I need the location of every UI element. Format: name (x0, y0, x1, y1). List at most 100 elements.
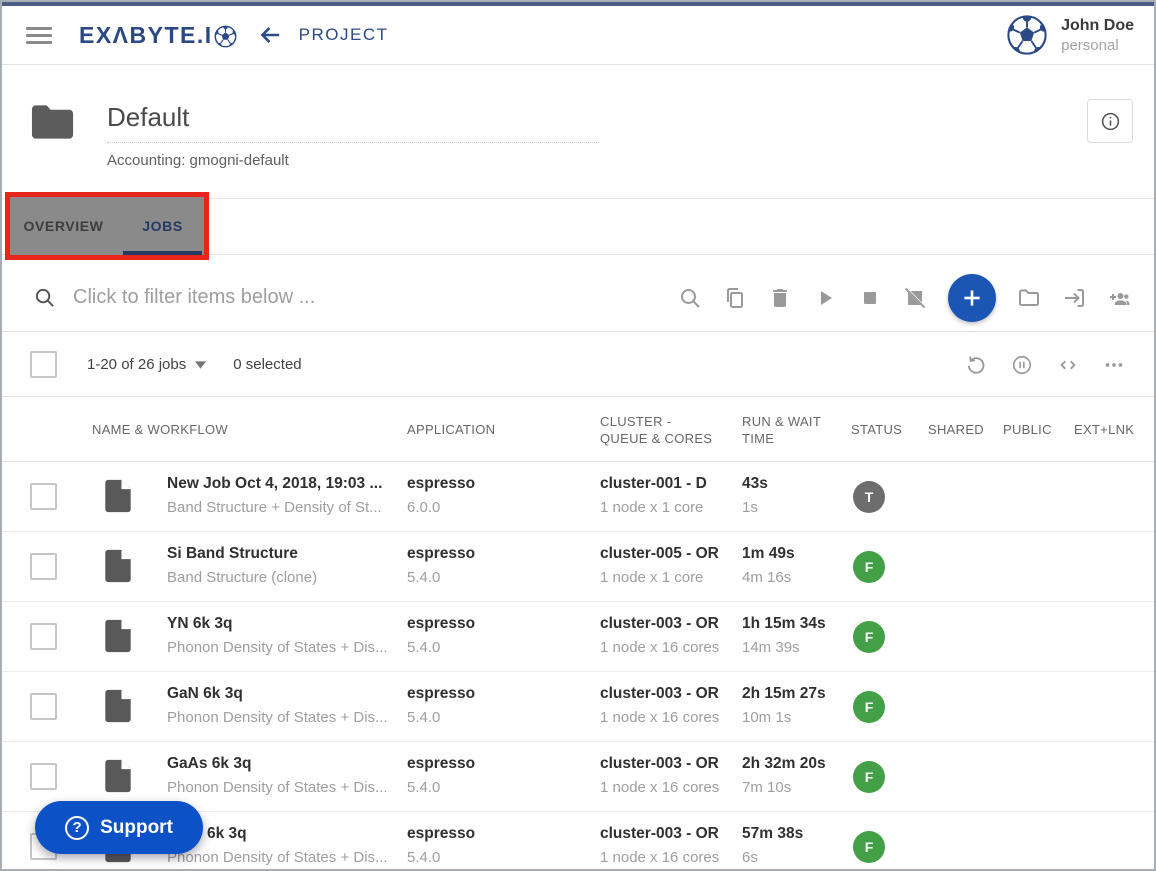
job-run-time: 2h 32m 20s (742, 755, 826, 773)
row-checkbox[interactable] (30, 483, 57, 510)
exabyte-logo[interactable]: EXΛBYTE.I (79, 22, 237, 49)
job-application: espresso (407, 755, 475, 773)
table-row[interactable]: New Job Oct 4, 2018, 19:03 ... Band Stru… (2, 462, 1154, 532)
code-icon[interactable] (1057, 354, 1079, 376)
status-badge: F (853, 761, 885, 793)
table-row[interactable]: Si Band Structure Band Structure (clone)… (2, 532, 1154, 602)
job-app-version: 5.4.0 (407, 569, 475, 586)
job-wait-time: 10m 1s (742, 709, 826, 726)
column-header[interactable]: EXT+LNK (1074, 422, 1134, 437)
active-tab-underline (123, 251, 202, 255)
job-app-version: 5.4.0 (407, 849, 475, 866)
plus-icon (959, 285, 985, 311)
soccer-ball-icon (214, 25, 237, 48)
run-icon[interactable] (813, 286, 837, 310)
job-workflow: Band Structure (clone) (167, 569, 403, 586)
pagination-dropdown[interactable]: 1-20 of 26 jobs (87, 356, 206, 373)
job-run-time: 57m 38s (742, 825, 803, 843)
column-header[interactable]: PUBLIC (1003, 422, 1052, 437)
row-checkbox[interactable] (30, 763, 57, 790)
column-header[interactable]: STATUS (851, 422, 902, 437)
job-wait-time: 7m 10s (742, 779, 826, 796)
job-workflow: Phonon Density of States + Dis... (167, 639, 403, 656)
job-cluster: cluster-001 - D (600, 475, 707, 493)
job-cores: 1 node x 16 cores (600, 849, 719, 866)
row-checkbox[interactable] (30, 693, 57, 720)
job-app-version: 6.0.0 (407, 499, 475, 516)
project-title[interactable]: Default (107, 102, 599, 133)
job-application: espresso (407, 825, 475, 843)
job-file-icon (103, 547, 133, 585)
column-header[interactable]: RUN & WAIT TIME (742, 413, 830, 447)
job-application: espresso (407, 615, 475, 633)
job-workflow: Band Structure + Density of St... (167, 499, 403, 516)
column-header[interactable]: CLUSTER - QUEUE & CORES (600, 413, 718, 447)
exit-to-app-icon[interactable] (1062, 286, 1086, 310)
job-cluster: cluster-003 - OR (600, 615, 719, 633)
breadcrumb: PROJECT (299, 25, 389, 45)
job-cores: 1 node x 16 cores (600, 779, 719, 796)
filter-input[interactable] (73, 286, 503, 309)
column-header[interactable]: NAME & WORKFLOW (92, 422, 228, 437)
selected-count: 0 selected (233, 356, 301, 373)
move-to-folder-icon[interactable] (1017, 286, 1041, 310)
job-run-time: 2h 15m 27s (742, 685, 826, 703)
job-wait-time: 14m 39s (742, 639, 826, 656)
user-name: John Doe (1061, 16, 1134, 36)
column-header[interactable]: APPLICATION (407, 422, 495, 437)
tab-jobs[interactable]: JOBS (123, 197, 202, 255)
help-icon: ? (65, 816, 89, 840)
share-with-users-icon[interactable] (1107, 286, 1131, 310)
filter-bar (2, 264, 1154, 332)
job-cores: 1 node x 1 core (600, 499, 707, 516)
status-badge: F (853, 831, 885, 863)
job-wait-time: 4m 16s (742, 569, 795, 586)
back-arrow-icon[interactable] (257, 22, 283, 48)
job-name: New Job Oct 4, 2018, 19:03 ... (167, 475, 403, 493)
search-jobs-icon[interactable] (678, 286, 702, 310)
create-new-button[interactable] (948, 274, 996, 322)
job-cluster: cluster-005 - OR (600, 545, 719, 563)
status-badge: F (853, 551, 885, 583)
info-button[interactable] (1087, 99, 1133, 143)
info-icon (1100, 111, 1121, 132)
job-application: espresso (407, 475, 475, 493)
menu-icon[interactable] (26, 23, 52, 48)
job-name: Si Band Structure (167, 545, 403, 563)
job-run-time: 43s (742, 475, 768, 493)
support-button[interactable]: ? Support (35, 801, 203, 854)
job-workflow: Phonon Density of States + Dis... (167, 709, 403, 726)
status-badge: F (853, 691, 885, 723)
job-app-version: 5.4.0 (407, 639, 475, 656)
refresh-icon[interactable] (965, 354, 987, 376)
job-name: GaN 6k 3q (167, 685, 403, 703)
title-divider (107, 142, 599, 143)
copy-icon[interactable] (723, 286, 747, 310)
column-header[interactable]: SHARED (928, 422, 984, 437)
user-role: personal (1061, 36, 1134, 55)
table-row[interactable]: YN 6k 3q Phonon Density of States + Dis.… (2, 602, 1154, 672)
delete-icon[interactable] (768, 286, 792, 310)
logo-text: EXΛBYTE.I (79, 22, 213, 49)
job-name: YN 6k 3q (167, 615, 403, 633)
job-cluster: cluster-003 - OR (600, 755, 719, 773)
stop-icon[interactable] (858, 286, 882, 310)
tab-overview[interactable]: OVERVIEW (10, 197, 117, 255)
job-cores: 1 node x 16 cores (600, 639, 719, 656)
table-header: NAME & WORKFLOW APPLICATION CLUSTER - QU… (2, 397, 1154, 462)
terminate-icon[interactable] (903, 286, 927, 310)
job-run-time: 1m 49s (742, 545, 795, 563)
list-toolbar (965, 354, 1125, 376)
more-icon[interactable] (1103, 354, 1125, 376)
job-cluster: cluster-003 - OR (600, 685, 719, 703)
pause-icon[interactable] (1011, 354, 1033, 376)
select-all-checkbox[interactable] (30, 351, 57, 378)
avatar[interactable] (1006, 14, 1048, 56)
row-checkbox[interactable] (30, 623, 57, 650)
job-cores: 1 node x 1 core (600, 569, 719, 586)
job-file-icon (103, 477, 133, 515)
table-row[interactable]: GaN 6k 3q Phonon Density of States + Dis… (2, 672, 1154, 742)
job-app-version: 5.4.0 (407, 779, 475, 796)
row-checkbox[interactable] (30, 553, 57, 580)
user-menu[interactable]: John Doe personal (1006, 14, 1134, 56)
